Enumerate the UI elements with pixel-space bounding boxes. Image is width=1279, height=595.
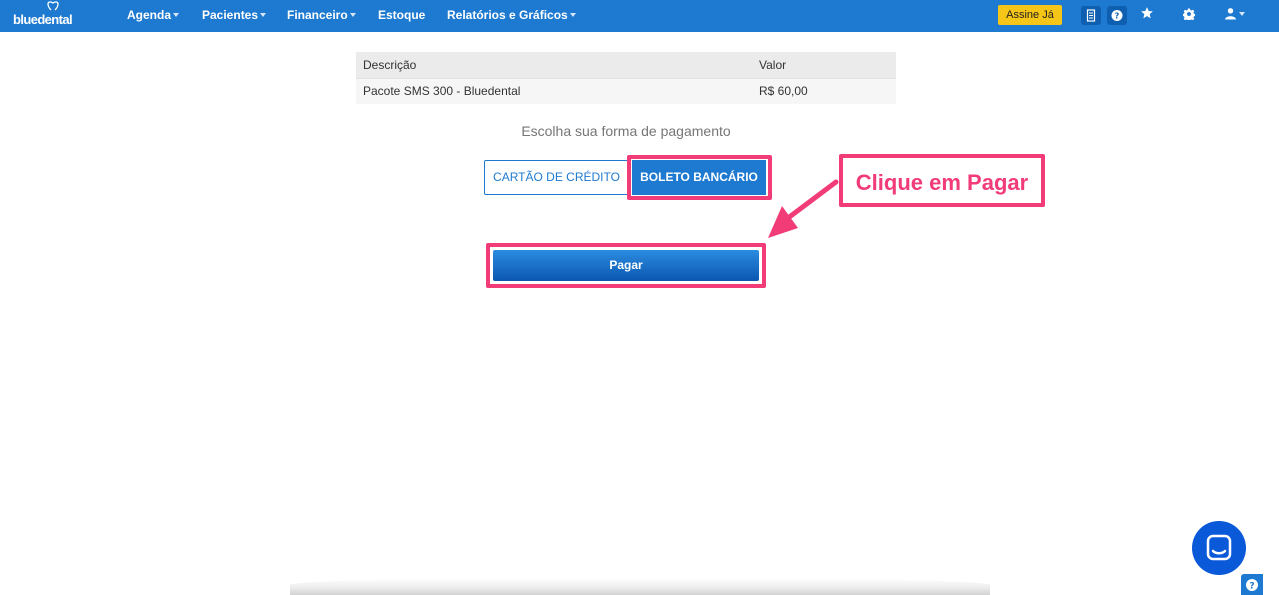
table-row: Pacote SMS 300 - Bluedental R$ 60,00 bbox=[356, 77, 896, 104]
user-icon bbox=[1225, 8, 1236, 20]
help-icon: ? bbox=[1246, 579, 1258, 592]
user-menu[interactable] bbox=[1224, 7, 1245, 25]
nav-estoque[interactable]: Estoque bbox=[378, 8, 425, 22]
chevron-down-icon bbox=[173, 13, 180, 17]
pay-button-highlight bbox=[486, 243, 766, 288]
nav-relatorios[interactable]: Relatórios e Gráficos bbox=[447, 8, 576, 22]
column-header-valor: Valor bbox=[752, 52, 896, 78]
help-icon[interactable]: ? bbox=[1107, 6, 1127, 25]
chat-launcher-button[interactable] bbox=[1192, 521, 1246, 575]
item-description: Pacote SMS 300 - Bluedental bbox=[356, 77, 752, 104]
column-header-descricao: Descrição bbox=[356, 52, 752, 78]
page: bluedental Agenda Pacientes Financeiro E… bbox=[0, 0, 1279, 595]
bottom-scroll-shadow bbox=[290, 578, 990, 595]
nav-agenda-label: Agenda bbox=[127, 8, 172, 22]
nav-financeiro-label: Financeiro bbox=[287, 8, 348, 22]
nav-financeiro[interactable]: Financeiro bbox=[287, 8, 356, 22]
chevron-down-icon bbox=[1239, 12, 1245, 16]
svg-text:?: ? bbox=[1249, 582, 1254, 592]
nav-pacientes[interactable]: Pacientes bbox=[202, 8, 267, 22]
boleto-highlight bbox=[627, 155, 772, 200]
help-widget-button[interactable]: ? bbox=[1241, 574, 1263, 595]
credit-card-option[interactable]: CARTÃO DE CRÉDITO bbox=[484, 160, 629, 195]
callout-text: Clique em Pagar bbox=[855, 170, 1029, 195]
table-header-row: Descrição Valor bbox=[356, 52, 896, 78]
star-icon[interactable] bbox=[1140, 6, 1154, 20]
item-value: R$ 60,00 bbox=[752, 77, 896, 104]
chat-icon bbox=[1206, 534, 1232, 561]
brand-name: bluedental bbox=[13, 12, 73, 27]
nav-estoque-label: Estoque bbox=[378, 8, 426, 22]
pointer-arrow-icon bbox=[768, 179, 839, 238]
subscribe-button[interactable]: Assine Já bbox=[998, 5, 1062, 25]
order-table: Descrição Valor Pacote SMS 300 - Blueden… bbox=[356, 52, 896, 104]
notes-icon[interactable] bbox=[1081, 6, 1101, 25]
tooth-logo-icon bbox=[47, 1, 59, 11]
chevron-down-icon bbox=[569, 13, 576, 17]
instruction-callout: Clique em Pagar bbox=[839, 154, 1045, 207]
top-navbar: bluedental Agenda Pacientes Financeiro E… bbox=[0, 0, 1279, 32]
nav-agenda[interactable]: Agenda bbox=[127, 8, 180, 22]
brand-logo[interactable]: bluedental bbox=[13, 1, 79, 29]
gear-icon[interactable] bbox=[1183, 8, 1195, 20]
nav-pacientes-label: Pacientes bbox=[202, 8, 259, 22]
chevron-down-icon bbox=[260, 13, 267, 17]
payment-method-prompt: Escolha sua forma de pagamento bbox=[521, 123, 731, 139]
chevron-down-icon bbox=[349, 13, 356, 17]
nav-relatorios-label: Relatórios e Gráficos bbox=[447, 8, 568, 22]
svg-text:?: ? bbox=[1115, 12, 1120, 21]
